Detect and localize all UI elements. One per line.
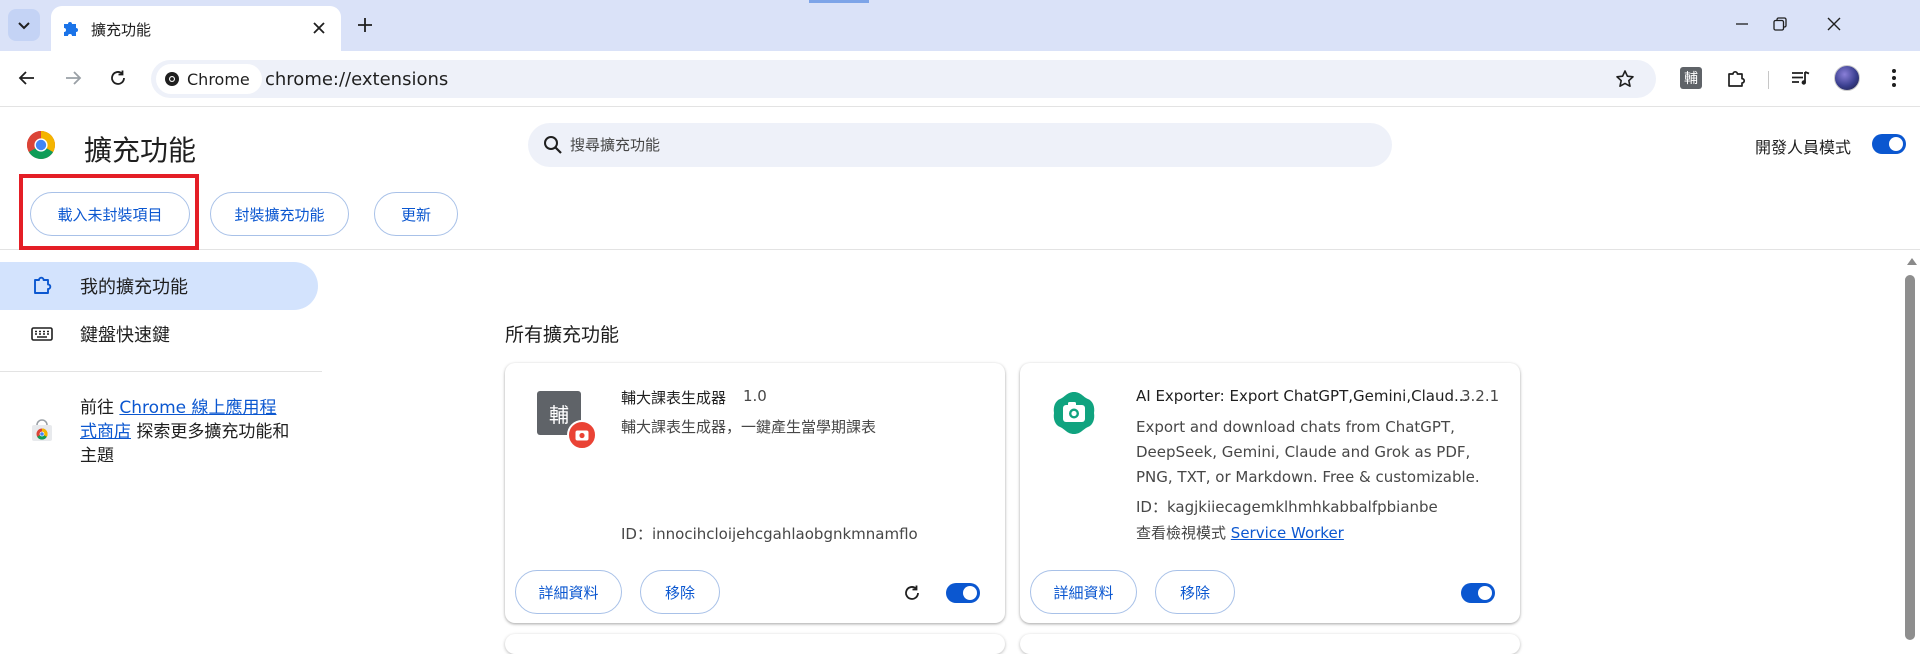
- tab-title: 擴充功能: [91, 21, 152, 39]
- search-input[interactable]: [570, 123, 1370, 167]
- camera-icon: [1053, 392, 1095, 434]
- chevron-down-icon: [18, 22, 30, 30]
- tab-extensions[interactable]: 擴充功能: [51, 6, 341, 51]
- web-store-icon: [32, 419, 52, 441]
- keyboard-icon: [31, 327, 53, 341]
- tab-strip-accent: [809, 0, 869, 3]
- close-icon: [1827, 17, 1841, 31]
- details-button[interactable]: 詳細資料: [1030, 570, 1137, 614]
- arrow-right-icon: [66, 71, 82, 85]
- extensions-header: 擴充功能 開發人員模式 載入未封裝項目 封裝擴充功能 更新: [0, 108, 1920, 250]
- tab-search-button[interactable]: [8, 9, 40, 41]
- details-button[interactable]: 詳細資料: [515, 570, 622, 614]
- reload-icon: [111, 70, 125, 85]
- plus-icon: [358, 18, 372, 32]
- section-title: 所有擴充功能: [505, 324, 620, 346]
- browser-toolbar: Chrome chrome://extensions 輔: [0, 51, 1920, 107]
- puzzle-icon: [64, 22, 78, 36]
- media-control-button[interactable]: [1786, 63, 1816, 93]
- extensions-menu-button[interactable]: [1722, 63, 1752, 93]
- puzzle-icon: [1728, 70, 1746, 87]
- extension-card-partial: [505, 634, 1005, 654]
- extension-description: Export and download chats from ChatGPT, …: [1136, 418, 1480, 486]
- inspect-views: 查看檢視模式 Service Worker: [1136, 522, 1344, 543]
- extension-name: 輔大課表生成器: [621, 389, 727, 407]
- scrollbar-thumb[interactable]: [1905, 275, 1915, 640]
- window-minimize-button[interactable]: [1719, 6, 1765, 42]
- more-vert-icon: [1892, 69, 1896, 87]
- developer-mode-label: 開發人員模式: [1755, 138, 1852, 157]
- sidebar-item-keyboard-shortcuts[interactable]: 鍵盤快速鍵: [0, 310, 318, 358]
- chrome-icon: [165, 72, 179, 86]
- reload-extension-button[interactable]: [899, 580, 925, 606]
- new-tab-button[interactable]: [350, 10, 380, 40]
- tab-strip: 擴充功能: [0, 0, 1920, 51]
- bookmark-button[interactable]: [1612, 66, 1638, 92]
- update-button[interactable]: 更新: [374, 192, 458, 236]
- scroll-up-arrow[interactable]: [1907, 258, 1917, 265]
- extension-action-button[interactable]: 輔: [1676, 63, 1706, 93]
- site-chip-label: Chrome: [187, 69, 250, 89]
- star-icon: [1616, 70, 1634, 87]
- forward-button[interactable]: [56, 61, 90, 95]
- toolbar-separator: [1768, 71, 1769, 89]
- extension-card: AI Exporter: Export ChatGPT,Gemini,Claud…: [1020, 363, 1520, 623]
- sidebar-item-my-extensions[interactable]: 我的擴充功能: [0, 262, 318, 310]
- restore-icon: [1773, 17, 1787, 31]
- sidebar-item-label: 我的擴充功能: [80, 277, 188, 298]
- remove-button[interactable]: 移除: [1155, 570, 1235, 614]
- playlist-icon: [1792, 71, 1810, 85]
- store-prefix: 前往: [80, 398, 120, 418]
- inspect-label: 查看檢視模式: [1136, 524, 1227, 542]
- avatar: [1834, 65, 1860, 91]
- minimize-icon: [1736, 23, 1748, 25]
- sidebar: 我的擴充功能 鍵盤快速鍵 前往 Chrome 線上應用程式商店 探索更多擴充功能…: [0, 251, 322, 640]
- camera-badge-icon: [567, 420, 597, 450]
- web-store-promo: 前往 Chrome 線上應用程式商店 探索更多擴充功能和主題: [80, 396, 290, 468]
- extension-description: 輔大課表生成器，一鍵產生當學期課表: [621, 418, 877, 436]
- page-title: 擴充功能: [84, 134, 197, 167]
- back-button[interactable]: [10, 61, 44, 95]
- search-box[interactable]: [528, 123, 1392, 167]
- extension-card: 輔 輔大課表生成器 1.0 輔大課表生成器，一鍵產生當學期課表 ID：innoc…: [505, 363, 1005, 623]
- url-text: chrome://extensions: [265, 69, 449, 90]
- chrome-menu-button[interactable]: [1879, 63, 1909, 93]
- puzzle-icon: [34, 276, 52, 294]
- extension-id: ID：kagjkiiecagemklhmhkabbalfpbianbe: [1136, 498, 1438, 516]
- remove-button[interactable]: 移除: [640, 570, 720, 614]
- extension-card-partial: [1020, 634, 1520, 654]
- tab-close-button[interactable]: [307, 16, 331, 40]
- sidebar-divider: [0, 371, 322, 372]
- extension-id: ID：innocihcloijehcgahlaobgnkmnamflo: [621, 525, 918, 543]
- reload-icon: [905, 585, 919, 600]
- search-icon: [544, 136, 562, 154]
- extension-name: AI Exporter: Export ChatGPT,Gemini,Claud…: [1136, 387, 1469, 405]
- highlight-box: [19, 174, 199, 250]
- arrow-left-icon: [18, 71, 34, 85]
- sidebar-item-label: 鍵盤快速鍵: [80, 325, 170, 346]
- reload-button[interactable]: [101, 61, 135, 95]
- extension-version: 1.0: [743, 387, 767, 405]
- extension-version: 3.2.1: [1461, 387, 1500, 405]
- extension-enable-toggle[interactable]: [946, 583, 980, 603]
- pack-extension-button[interactable]: 封裝擴充功能: [210, 192, 349, 236]
- profile-button[interactable]: [1832, 63, 1862, 93]
- chrome-logo-icon: [27, 131, 55, 159]
- extension-enable-toggle[interactable]: [1461, 583, 1495, 603]
- developer-mode-toggle[interactable]: [1872, 134, 1906, 154]
- address-bar[interactable]: Chrome chrome://extensions: [151, 60, 1656, 98]
- site-info-chip[interactable]: Chrome: [156, 64, 262, 94]
- close-icon: [313, 22, 325, 34]
- extension-badge-icon: 輔: [1680, 67, 1702, 89]
- service-worker-link[interactable]: Service Worker: [1231, 524, 1344, 542]
- window-close-button[interactable]: [1811, 6, 1857, 42]
